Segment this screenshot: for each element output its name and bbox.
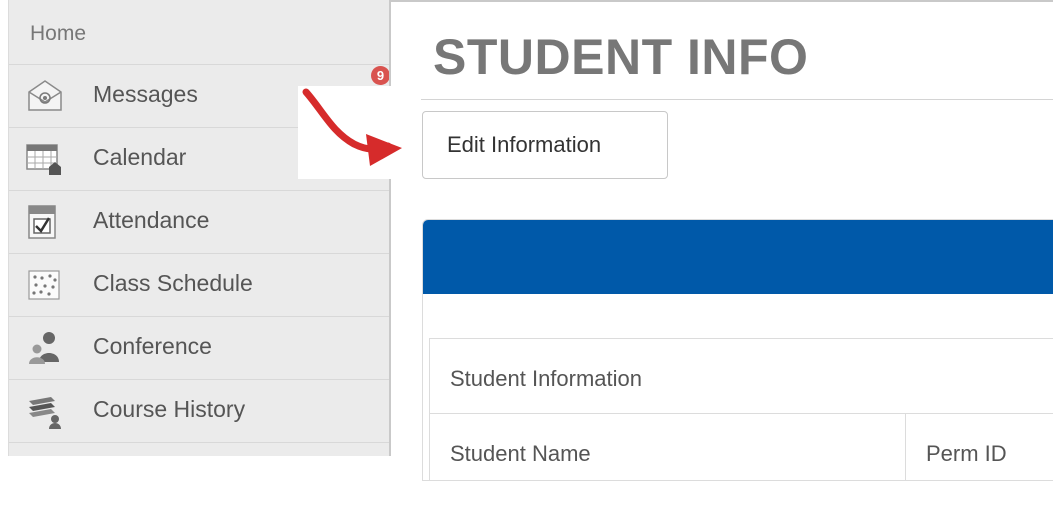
sidebar-item-label: Messages [93,81,198,107]
page-title: STUDENT INFO [433,29,809,85]
sidebar-item-label: Attendance [93,207,210,233]
schedule-grid-icon [25,267,65,303]
main-content: STUDENT INFO Edit Information Student In… [389,0,1053,481]
student-panel: Student Information Student Name Perm ID [422,219,1053,481]
panel-header-bar [423,220,1053,294]
sidebar-item-home[interactable]: Home [9,0,389,64]
sidebar-item-label: Conference [93,333,212,359]
sidebar-item-course-history[interactable]: Course History [9,379,389,443]
student-info-table: Student Information Student Name Perm ID [429,338,1053,480]
sidebar-item-next[interactable] [9,442,389,506]
section-label: Student Information [450,366,643,391]
sidebar-nav: Home Messages Calendar Attendance Class … [8,0,390,456]
section-header: Student Information [430,339,1053,414]
attendance-checklist-icon [25,204,65,240]
sidebar-item-label: Class Schedule [93,270,253,296]
sidebar-item-label: Calendar [93,144,187,170]
sidebar-item-attendance[interactable]: Attendance [9,190,389,254]
column-header-student-name: Student Name [430,414,906,480]
sidebar-item-conference[interactable]: Conference [9,316,389,380]
people-icon [25,330,65,366]
annotation-arrow-icon [302,88,402,166]
title-divider [421,99,1053,100]
sidebar-item-class-schedule[interactable]: Class Schedule [9,253,389,317]
column-label: Student Name [450,441,591,466]
unread-badge: 9 [371,66,390,85]
calendar-icon [25,141,65,177]
sidebar-item-label: Course History [93,396,246,422]
column-label: Perm ID [926,441,1007,466]
column-header-perm-id: Perm ID [906,414,1053,480]
books-icon [25,393,65,429]
envelope-icon [25,78,65,114]
edit-information-button[interactable]: Edit Information [422,111,668,179]
sidebar-item-label: Home [30,22,87,45]
